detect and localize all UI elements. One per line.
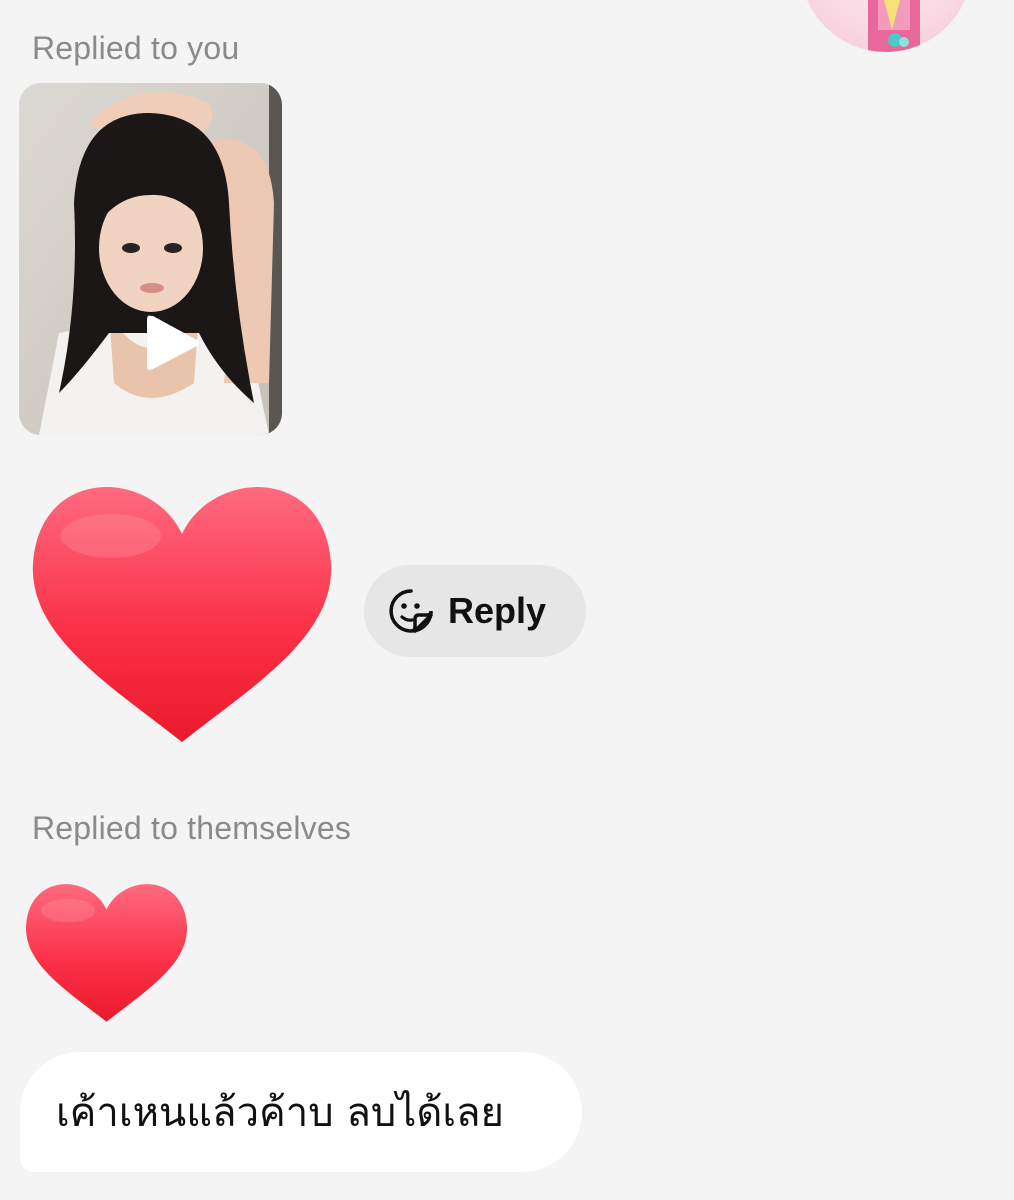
reply-button[interactable]: Reply — [364, 565, 586, 657]
play-icon[interactable] — [145, 312, 201, 374]
video-preview-image — [19, 83, 282, 435]
message-text: เค้าเหนแล้วค้าบ ลบได้เลย — [56, 1090, 504, 1136]
shared-video-thumbnail[interactable] — [19, 83, 282, 435]
sticker-face-icon — [389, 589, 433, 633]
sender-avatar[interactable] — [800, 0, 972, 52]
replied-to-themselves-label: Replied to themselves — [32, 810, 352, 846]
large-heart-emoji-icon — [32, 487, 332, 742]
message-bubble[interactable]: เค้าเหนแล้วค้าบ ลบได้เลย — [20, 1052, 582, 1172]
small-heart-emoji-icon — [26, 884, 187, 1022]
reply-button-label: Reply — [448, 590, 547, 631]
replied-to-you-label: Replied to you — [32, 30, 240, 66]
avatar-figure-icon — [868, 0, 920, 52]
